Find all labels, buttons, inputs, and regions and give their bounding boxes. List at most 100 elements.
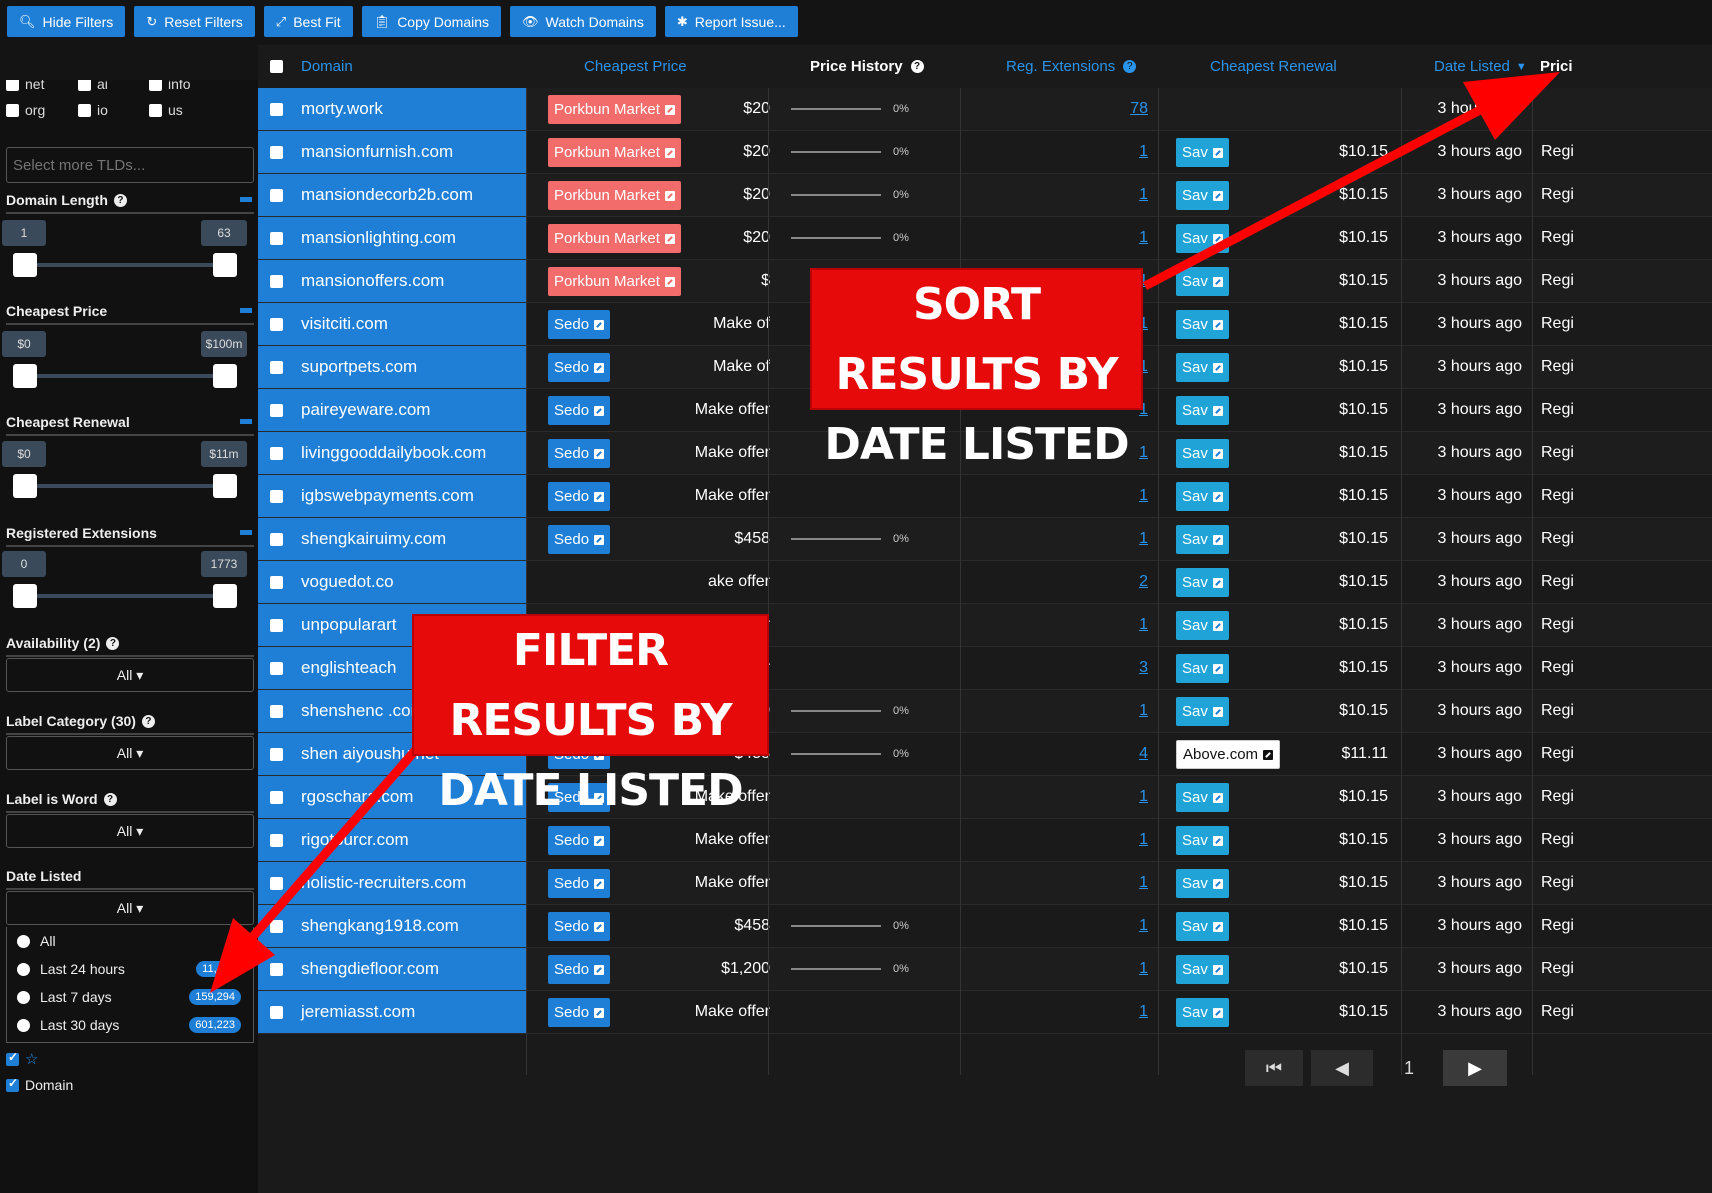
renewal-registrar-button[interactable]: Sav: [1176, 869, 1229, 898]
renewal-registrar-button[interactable]: Sav: [1176, 568, 1229, 597]
renewal-registrar-button[interactable]: Sav: [1176, 826, 1229, 855]
range-max-handle[interactable]: [213, 253, 237, 277]
renewal-registrar-button[interactable]: Sav: [1176, 224, 1229, 253]
row-checkbox[interactable]: [270, 661, 283, 675]
header-date-listed[interactable]: Date Listed ▼: [1434, 45, 1527, 88]
tld-search-input[interactable]: [6, 147, 254, 183]
renewal-registrar-button[interactable]: Sav: [1176, 912, 1229, 941]
marketplace-button[interactable]: Sedo: [548, 955, 611, 984]
domain-name[interactable]: mansionfurnish.com: [301, 142, 453, 162]
domain-cell[interactable]: suportpets.com: [258, 346, 526, 388]
range-max-handle[interactable]: [213, 584, 237, 608]
header-reg-extensions[interactable]: Reg. Extensions?: [1006, 45, 1137, 88]
page-number[interactable]: 1: [1381, 1050, 1437, 1086]
row-checkbox[interactable]: [270, 618, 283, 632]
renewal-registrar-button[interactable]: Sav: [1176, 998, 1229, 1027]
renewal-registrar-button[interactable]: Sav: [1176, 611, 1229, 640]
toolbar-button-reset-filters[interactable]: ↻ Reset Filters: [134, 6, 255, 37]
domain-cell[interactable]: visitciti.com: [258, 303, 526, 345]
marketplace-button[interactable]: Sedo: [548, 525, 611, 554]
label-category-dropdown[interactable]: All ▾: [6, 736, 254, 770]
domain-cell[interactable]: holistic-recruiters.com: [258, 862, 526, 904]
reg-extensions-count[interactable]: 1: [1139, 690, 1148, 732]
help-icon[interactable]: ?: [106, 636, 120, 650]
checkbox[interactable]: [6, 103, 19, 117]
help-icon[interactable]: ?: [1123, 60, 1137, 73]
domain-name[interactable]: unpopularart: [301, 615, 396, 635]
header-price-history[interactable]: Price History?: [810, 45, 924, 88]
reg-extensions-count[interactable]: 1: [1139, 776, 1148, 818]
row-checkbox[interactable]: [270, 747, 283, 761]
range-min-handle[interactable]: [13, 364, 37, 388]
toolbar-button-watch-domains[interactable]: 👁︎ Watch Domains: [510, 6, 656, 37]
renewal-registrar-button[interactable]: Above.com: [1176, 740, 1281, 769]
domain-cell[interactable]: mansionfurnish.com: [258, 131, 526, 173]
domain-cell[interactable]: shengkairuimy.com: [258, 518, 526, 560]
row-checkbox[interactable]: [270, 833, 283, 847]
marketplace-button[interactable]: Sedo: [548, 482, 611, 511]
checkbox[interactable]: [149, 103, 162, 117]
collapse-icon[interactable]: [240, 530, 252, 535]
marketplace-button[interactable]: Porkbun Market: [548, 138, 681, 167]
tld-org[interactable]: org: [6, 102, 45, 118]
reg-extensions-count[interactable]: 3: [1139, 647, 1148, 689]
row-checkbox[interactable]: [270, 102, 283, 116]
header-cheapest-renewal[interactable]: Cheapest Renewal: [1210, 45, 1337, 88]
marketplace-button[interactable]: Sedo: [548, 826, 611, 855]
row-checkbox[interactable]: [270, 919, 283, 933]
toolbar-button-copy-domains[interactable]: 📋︎ Copy Domains: [361, 6, 502, 37]
checkbox[interactable]: [78, 80, 91, 91]
help-icon[interactable]: ?: [141, 714, 155, 728]
renewal-registrar-button[interactable]: Sav: [1176, 482, 1229, 511]
marketplace-button[interactable]: Sedo: [548, 396, 611, 425]
header-domain[interactable]: Domain: [258, 45, 526, 88]
range-max-handle[interactable]: [213, 474, 237, 498]
date-option[interactable]: Last 24 hours 11,404: [17, 961, 249, 977]
reg-extensions-count[interactable]: 1: [1139, 948, 1148, 990]
marketplace-button[interactable]: Sedo: [548, 310, 611, 339]
first-page-button[interactable]: ⏮: [1245, 1050, 1303, 1086]
domain-name[interactable]: jeremiasst.com: [301, 1002, 415, 1022]
collapse-icon[interactable]: [240, 308, 252, 313]
domain-cell[interactable]: paireyeware.com: [258, 389, 526, 431]
label-is-word-dropdown[interactable]: All ▾: [6, 814, 254, 848]
domain-cell[interactable]: morty.work: [258, 88, 526, 130]
domain-name[interactable]: morty.work: [301, 99, 383, 119]
reg-extensions-count[interactable]: 1: [1139, 862, 1148, 904]
collapse-icon[interactable]: [240, 197, 252, 202]
toolbar-button-best-fit[interactable]: ⤢ Best Fit: [263, 6, 353, 37]
row-checkbox[interactable]: [270, 489, 283, 503]
domain-cell[interactable]: shengdiefloor.com: [258, 948, 526, 990]
tld-io[interactable]: io: [78, 102, 108, 118]
renewal-registrar-button[interactable]: Sav: [1176, 353, 1229, 382]
reg-extensions-count[interactable]: 1: [1139, 905, 1148, 947]
range-max-handle[interactable]: [213, 364, 237, 388]
renewal-registrar-button[interactable]: Sav: [1176, 439, 1229, 468]
row-checkbox[interactable]: [270, 317, 283, 331]
row-checkbox[interactable]: [270, 231, 283, 245]
row-checkbox[interactable]: [270, 1005, 283, 1019]
marketplace-button[interactable]: Porkbun Market: [548, 95, 681, 124]
renewal-registrar-button[interactable]: Sav: [1176, 955, 1229, 984]
reg-extensions-count[interactable]: 1: [1139, 518, 1148, 560]
domain-cell[interactable]: shengkang1918.com: [258, 905, 526, 947]
checkbox[interactable]: [6, 80, 19, 91]
reg-extensions-count[interactable]: 78: [1130, 88, 1148, 130]
domain-name[interactable]: englishteach: [301, 658, 396, 678]
reg-extensions-count[interactable]: 1: [1139, 174, 1148, 216]
tld-ai[interactable]: ai: [78, 80, 108, 92]
help-icon[interactable]: ?: [113, 193, 127, 207]
help-icon[interactable]: ?: [103, 792, 117, 806]
renewal-registrar-button[interactable]: Sav: [1176, 138, 1229, 167]
domain-name[interactable]: mansionlighting.com: [301, 228, 456, 248]
domain-cell[interactable]: mansionoffers.com: [258, 260, 526, 302]
radio-button[interactable]: [17, 962, 30, 976]
next-page-button[interactable]: ▶: [1443, 1050, 1507, 1086]
domain-name[interactable]: mansiondecorb2b.com: [301, 185, 473, 205]
reg-extensions-count[interactable]: 1: [1139, 991, 1148, 1033]
row-checkbox[interactable]: [270, 403, 283, 417]
prev-page-button[interactable]: ◀: [1311, 1050, 1373, 1086]
date-option[interactable]: Last 30 days 601,223: [17, 1017, 249, 1033]
domain-cell[interactable]: igbswebpayments.com: [258, 475, 526, 517]
domain-name[interactable]: shengkairuimy.com: [301, 529, 446, 549]
